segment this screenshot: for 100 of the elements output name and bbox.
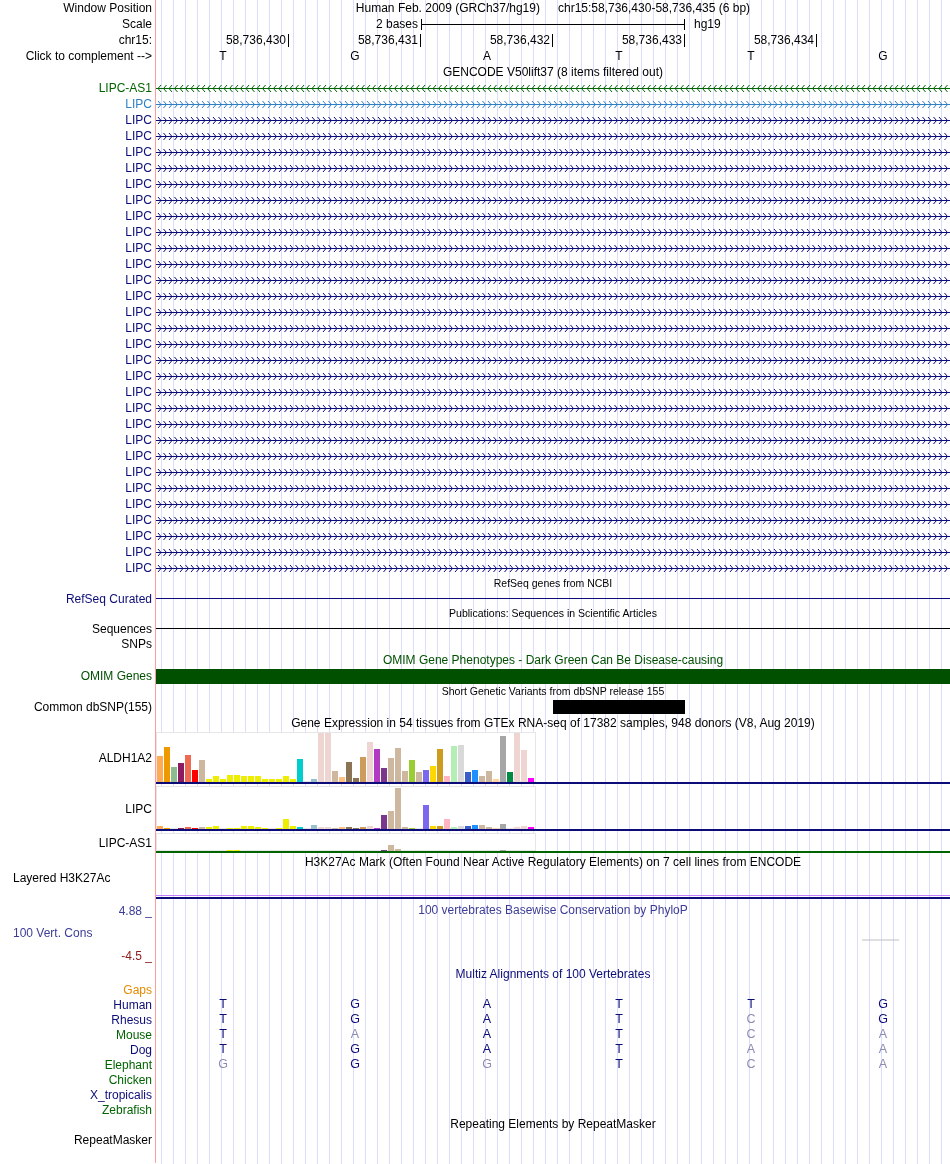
track-label: Layered H3K27Ac	[13, 871, 111, 885]
gene-label[interactable]: LIPC	[125, 481, 152, 495]
base-letter[interactable]: A	[483, 49, 491, 63]
gene-label[interactable]: LIPC	[125, 449, 152, 463]
track-label: ALDH1A2	[98, 751, 152, 765]
gene-label[interactable]: LIPC	[125, 145, 152, 159]
position-label: 58,736,431	[357, 33, 421, 47]
gene-label[interactable]: LIPC	[125, 401, 152, 415]
aligned-base: C	[746, 1057, 756, 1072]
track-title: Repeating Elements by RepeatMasker	[450, 1117, 656, 1132]
gene-label[interactable]: LIPC	[125, 561, 152, 575]
row-label: Scale	[121, 17, 152, 31]
aligned-base: A	[878, 1027, 888, 1042]
base-letter[interactable]: T	[615, 49, 623, 63]
gene-label[interactable]: LIPC	[125, 337, 152, 351]
gene-label[interactable]: LIPC	[125, 321, 152, 335]
gene-label[interactable]: LIPC	[125, 193, 152, 207]
track-label: OMIM Genes	[80, 669, 152, 683]
position-label: 58,736,432	[489, 33, 553, 47]
gene-label[interactable]: LIPC	[125, 433, 152, 447]
track-label: RepeatMasker	[73, 1133, 152, 1147]
aligned-base: A	[878, 1042, 888, 1057]
track-title: RefSeq genes from NCBI	[493, 576, 613, 591]
species-label: Dog	[130, 1042, 152, 1057]
aligned-base: G	[350, 1042, 360, 1057]
base-letter[interactable]: G	[878, 49, 888, 63]
aligned-base: G	[350, 1057, 360, 1072]
gene-label[interactable]: LIPC	[125, 529, 152, 543]
gene-label[interactable]: LIPC	[125, 225, 152, 239]
gene-label[interactable]: LIPC	[125, 289, 152, 303]
gene-label[interactable]: LIPC	[125, 177, 152, 191]
gene-label[interactable]: LIPC	[125, 273, 152, 287]
aligned-base: G	[350, 997, 360, 1012]
species-label: Chicken	[108, 1072, 152, 1087]
gene-label[interactable]: LIPC	[125, 545, 152, 559]
aligned-base: T	[615, 1042, 623, 1057]
gene-label[interactable]: LIPC	[125, 385, 152, 399]
aligned-base: A	[482, 1027, 492, 1042]
track-title: Publications: Sequences in Scientific Articles	[449, 606, 657, 621]
track-label: Common dbSNP(155)	[33, 700, 152, 714]
species-label: Human	[113, 997, 152, 1012]
row-label: Window Position	[63, 1, 152, 15]
aligned-base: G	[482, 1057, 492, 1072]
assembly-text: Human Feb. 2009 (GRCh37/hg19)	[355, 1, 540, 15]
track-title: Gene Expression in 54 tissues from GTEx RNA-seq of 17382 samples, 948 donors (V8, Aug 2019)	[291, 716, 815, 731]
species-label: Zebrafish	[101, 1102, 152, 1117]
gene-label[interactable]: LIPC	[125, 305, 152, 319]
aligned-base: T	[615, 1057, 623, 1072]
gene-label[interactable]: LIPC	[125, 161, 152, 175]
gene-label[interactable]: LIPC	[125, 97, 152, 111]
track-title: Short Genetic Variants from dbSNP release 155	[441, 684, 665, 699]
track-label: RefSeq Curated	[65, 591, 152, 606]
aligned-base: A	[746, 1042, 756, 1057]
species-label: Rhesus	[111, 1012, 152, 1027]
gene-label[interactable]: LIPC	[125, 257, 152, 271]
aligned-base: T	[615, 997, 623, 1012]
aligned-base: T	[219, 1027, 227, 1042]
gaps-label: Gaps	[123, 982, 152, 997]
aligned-base: A	[482, 1042, 492, 1057]
aligned-base: G	[878, 997, 888, 1012]
species-label: Elephant	[104, 1057, 152, 1072]
gene-label[interactable]: LIPC-AS1	[98, 81, 152, 95]
gene-label[interactable]: LIPC	[125, 465, 152, 479]
assembly-text: hg19	[693, 17, 721, 31]
aligned-base: C	[746, 1012, 756, 1027]
gene-label[interactable]: LIPC	[125, 241, 152, 255]
gene-label[interactable]: LIPC	[125, 417, 152, 431]
track-label: LIPC	[125, 801, 152, 816]
gene-label[interactable]: LIPC	[125, 497, 152, 511]
gene-label[interactable]: LIPC	[125, 353, 152, 367]
gene-label[interactable]: LIPC	[125, 369, 152, 383]
aligned-base: T	[219, 1042, 227, 1057]
aligned-base: T	[219, 1012, 227, 1027]
aligned-base: T	[615, 1012, 623, 1027]
base-letter[interactable]: T	[219, 49, 227, 63]
position-label: 58,736,434	[753, 33, 817, 47]
species-label: X_tropicalis	[89, 1087, 152, 1102]
row-label: chr15:	[118, 33, 152, 47]
base-letter[interactable]: T	[747, 49, 755, 63]
track-label: Sequences	[91, 621, 152, 636]
base-letter[interactable]: G	[350, 49, 360, 63]
gene-label[interactable]: LIPC	[125, 209, 152, 223]
conservation-mark	[862, 939, 899, 941]
track-title: OMIM Gene Phenotypes - Dark Green Can Be Disease-causing	[382, 653, 724, 668]
aligned-base: G	[218, 1057, 228, 1072]
axis-min-label: -4.5 _	[121, 949, 152, 963]
position-text: chr15:58,736,430-58,736,435 (6 bp)	[557, 1, 751, 15]
gene-label[interactable]: LIPC	[125, 113, 152, 127]
track-title: Multiz Alignments of 100 Vertebrates	[455, 967, 651, 982]
complement-link[interactable]: Click to complement -->	[25, 49, 152, 63]
track-title: H3K27Ac Mark (Often Found Near Active Regulatory Elements) on 7 cell lines from ENCODE	[304, 855, 802, 870]
gene-label[interactable]: LIPC	[125, 129, 152, 143]
gene-label[interactable]: LIPC	[125, 513, 152, 527]
scale-text: 2 bases	[375, 17, 419, 31]
aligned-base: A	[482, 997, 492, 1012]
aligned-base: A	[482, 1012, 492, 1027]
track-title: GENCODE V50lift37 (8 items filtered out)	[442, 65, 664, 80]
aligned-base: T	[615, 1027, 623, 1042]
aligned-base: G	[878, 1012, 888, 1027]
aligned-base: C	[746, 1027, 756, 1042]
